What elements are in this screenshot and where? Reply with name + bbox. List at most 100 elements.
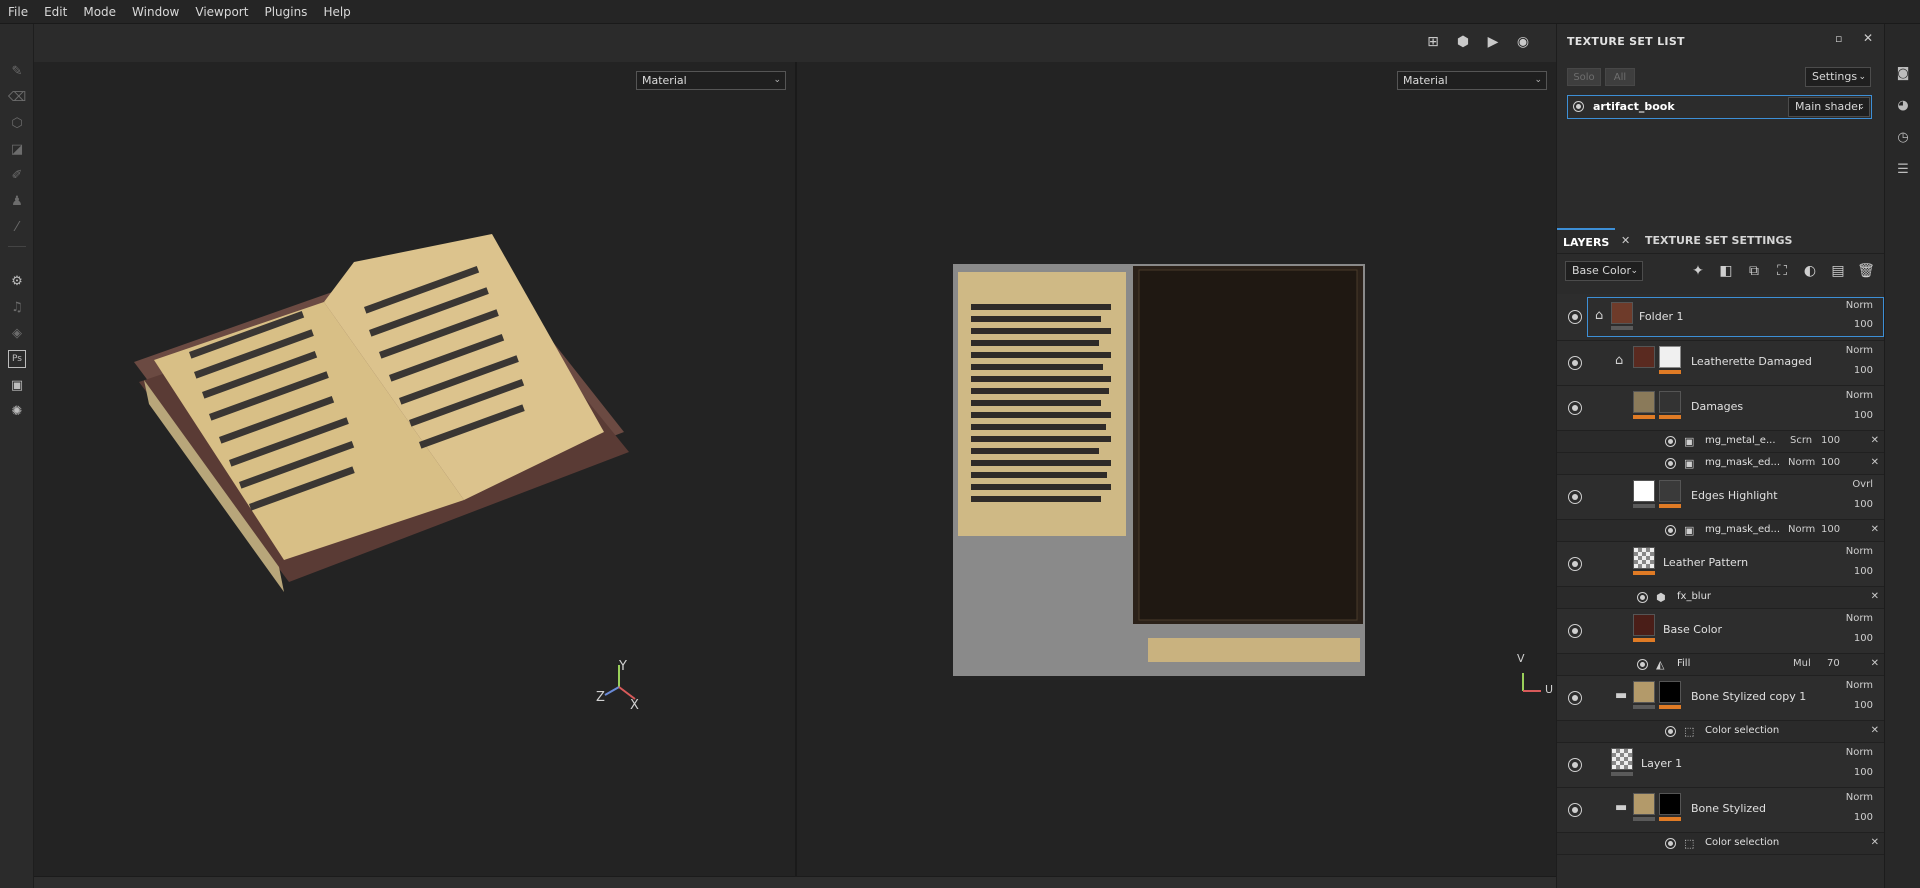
remove-effect-icon[interactable]: ✕: [1871, 524, 1879, 535]
folder-icon[interactable]: ▬: [1615, 688, 1627, 703]
remove-effect-icon[interactable]: ✕: [1871, 435, 1879, 446]
menu-viewport[interactable]: Viewport: [187, 0, 256, 24]
layer-row-damages[interactable]: Damages Norm 100: [1557, 386, 1885, 431]
effect-row[interactable]: ⬚ Color selection ✕: [1557, 721, 1885, 743]
opacity-field[interactable]: 100: [1854, 319, 1873, 330]
tab-layers[interactable]: LAYERS: [1557, 228, 1616, 254]
eye-icon[interactable]: [1568, 691, 1582, 705]
eye-icon[interactable]: [1637, 659, 1648, 670]
blend-mode-dropdown[interactable]: Norm: [1846, 747, 1873, 758]
camera-settings-icon[interactable]: ◙: [1894, 64, 1912, 82]
eye-icon[interactable]: [1568, 624, 1582, 638]
layer-row-leather-pattern[interactable]: Leather Pattern Norm 100: [1557, 542, 1885, 587]
layer-row-bone-stylized[interactable]: ▬ Bone Stylized Norm 100: [1557, 788, 1885, 833]
effect-row[interactable]: ▣ mg_metal_e... Scrn 100 ✕: [1557, 431, 1885, 453]
eye-icon[interactable]: [1665, 458, 1676, 469]
effect-row[interactable]: ⬚ Color selection ✕: [1557, 833, 1885, 855]
channel-dropdown[interactable]: Base Color ⌄: [1565, 261, 1643, 281]
eye-icon[interactable]: [1568, 758, 1582, 772]
menu-plugins[interactable]: Plugins: [256, 0, 315, 24]
all-button[interactable]: All: [1605, 68, 1635, 86]
tab-texture-set-settings[interactable]: TEXTURE SET SETTINGS: [1639, 228, 1798, 254]
texture-set-row[interactable]: artifact_book Main shader ⌄: [1567, 95, 1872, 119]
close-icon[interactable]: ✕: [1863, 31, 1873, 45]
eye-icon[interactable]: [1568, 490, 1582, 504]
viewport-3d[interactable]: Material ⌄ Y Z X: [34, 62, 796, 876]
eye-icon[interactable]: [1568, 557, 1582, 571]
display-settings-icon[interactable]: ⊞: [1420, 32, 1446, 52]
blend-mode-dropdown[interactable]: Norm: [1846, 680, 1873, 691]
solo-button[interactable]: Solo: [1567, 68, 1601, 86]
eye-icon[interactable]: [1665, 525, 1676, 536]
view-cube-icon[interactable]: ⬢: [1450, 32, 1476, 52]
viewport-2d-mode-dropdown[interactable]: Material ⌄: [1397, 71, 1547, 90]
blend-mode-dropdown[interactable]: Scrn: [1790, 435, 1812, 446]
menu-help[interactable]: Help: [315, 0, 358, 24]
opacity-field[interactable]: 100: [1854, 812, 1873, 823]
magic-wand-icon[interactable]: ✦: [1687, 260, 1709, 282]
layer-row-leatherette-damaged[interactable]: ⌂ Leatherette Damaged Norm 100: [1557, 341, 1885, 386]
blend-mode-dropdown[interactable]: Norm: [1846, 792, 1873, 803]
settings-icon[interactable]: ✺: [8, 402, 26, 420]
opacity-field[interactable]: 100: [1821, 524, 1840, 535]
remove-effect-icon[interactable]: ✕: [1871, 591, 1879, 602]
add-effect-icon[interactable]: ⧉: [1743, 260, 1765, 282]
blend-mode-dropdown[interactable]: Norm: [1846, 613, 1873, 624]
blend-mode-dropdown[interactable]: Norm: [1846, 546, 1873, 557]
opacity-field[interactable]: 100: [1854, 633, 1873, 644]
eye-icon[interactable]: [1665, 838, 1676, 849]
color-picker-icon[interactable]: ⁄: [8, 218, 26, 236]
layer-row-folder-1[interactable]: ⌂ Folder 1 Norm 100: [1557, 294, 1885, 341]
blend-mode-dropdown[interactable]: Norm: [1846, 390, 1873, 401]
remove-effect-icon[interactable]: ✕: [1871, 658, 1879, 669]
shader-dropdown[interactable]: Main shader ⌄: [1788, 97, 1870, 117]
layer-row-edges-highlight[interactable]: Edges Highlight Ovrl 100: [1557, 475, 1885, 520]
layer-row-base-color[interactable]: Base Color Norm 100: [1557, 609, 1885, 654]
effect-row[interactable]: ⬢ fx_blur ✕: [1557, 587, 1885, 609]
bell-icon[interactable]: ♫: [8, 298, 26, 316]
clone-stamp-icon[interactable]: ♟: [8, 192, 26, 210]
opacity-field[interactable]: 70: [1827, 658, 1840, 669]
blend-mode-dropdown[interactable]: Norm: [1788, 524, 1815, 535]
add-mask-icon[interactable]: ◧: [1715, 260, 1737, 282]
eraser-icon[interactable]: ⌫: [8, 88, 26, 106]
blend-mode-dropdown[interactable]: Norm: [1788, 457, 1815, 468]
viewport-2d[interactable]: Material ⌄ V U: [797, 62, 1556, 876]
eye-icon[interactable]: [1665, 726, 1676, 737]
photoshop-export-icon[interactable]: Ps: [8, 350, 26, 368]
menu-mode[interactable]: Mode: [75, 0, 124, 24]
close-tab-icon[interactable]: ✕: [1621, 234, 1630, 247]
undock-icon[interactable]: ▫: [1835, 32, 1842, 45]
effect-row[interactable]: ▣ mg_mask_ed... Norm 100 ✕: [1557, 520, 1885, 542]
effect-row[interactable]: ◭ Fill Mul 70 ✕: [1557, 654, 1885, 676]
projection-icon[interactable]: ⬡: [8, 114, 26, 132]
remove-effect-icon[interactable]: ✕: [1871, 837, 1879, 848]
paint-brush-icon[interactable]: ✎: [8, 62, 26, 80]
eye-icon[interactable]: [1568, 401, 1582, 415]
eye-icon[interactable]: [1568, 310, 1582, 324]
opacity-field[interactable]: 100: [1821, 457, 1840, 468]
polygon-fill-icon[interactable]: ◪: [8, 140, 26, 158]
settings-dropdown[interactable]: Settings ⌄: [1805, 67, 1871, 87]
opacity-field[interactable]: 100: [1854, 767, 1873, 778]
blend-mode-dropdown[interactable]: Norm: [1846, 345, 1873, 356]
opacity-field[interactable]: 100: [1854, 566, 1873, 577]
layer-row-layer-1[interactable]: Layer 1 Norm 100: [1557, 743, 1885, 788]
smudge-icon[interactable]: ✐: [8, 166, 26, 184]
folder-open-icon[interactable]: ⌂: [1615, 353, 1623, 368]
delete-icon[interactable]: 🗑: [1855, 260, 1877, 282]
opacity-field[interactable]: 100: [1854, 700, 1873, 711]
opacity-field[interactable]: 100: [1854, 499, 1873, 510]
eye-icon[interactable]: [1568, 803, 1582, 817]
environment-icon[interactable]: ◕: [1894, 96, 1912, 114]
camera-video-icon[interactable]: ▶: [1480, 32, 1506, 52]
menu-window[interactable]: Window: [124, 0, 187, 24]
blend-mode-dropdown[interactable]: Norm: [1846, 300, 1873, 311]
cube-icon[interactable]: ◈: [8, 324, 26, 342]
eye-icon[interactable]: [1665, 436, 1676, 447]
effect-row[interactable]: ▣ mg_mask_ed... Norm 100 ✕: [1557, 453, 1885, 475]
add-folder-icon[interactable]: ▤: [1827, 260, 1849, 282]
log-icon[interactable]: ☰: [1894, 160, 1912, 178]
layer-row-bone-stylized-copy-1[interactable]: ▬ Bone Stylized copy 1 Norm 100: [1557, 676, 1885, 721]
remove-effect-icon[interactable]: ✕: [1871, 457, 1879, 468]
